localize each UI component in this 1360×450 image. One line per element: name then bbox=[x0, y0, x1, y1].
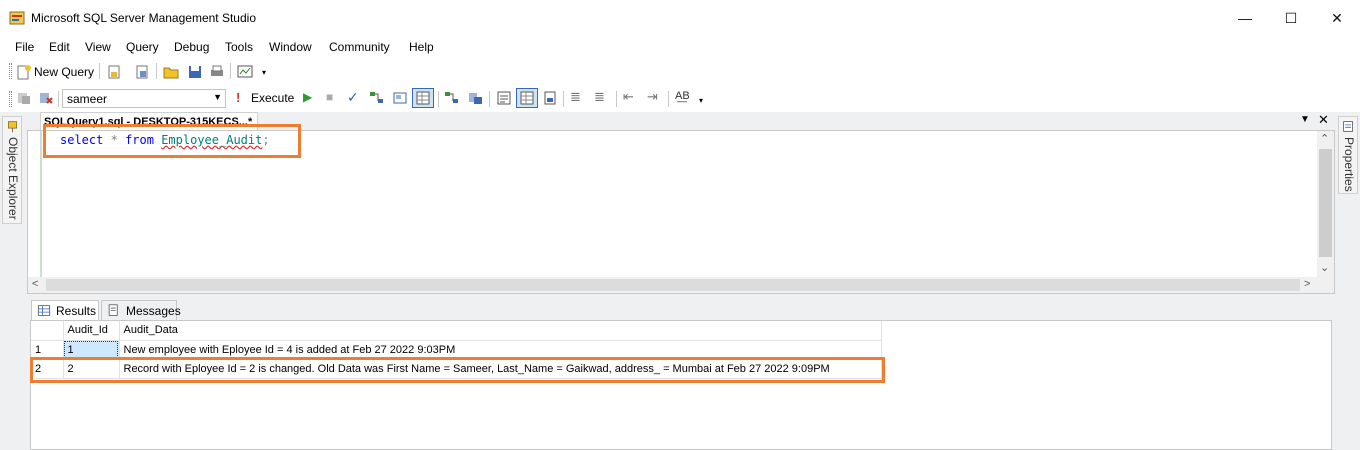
include-actual-plan-icon[interactable] bbox=[444, 90, 460, 106]
client-statistics-icon[interactable] bbox=[467, 90, 483, 106]
ssms-app-icon bbox=[9, 11, 25, 25]
close-button[interactable]: ✕ bbox=[1314, 0, 1360, 36]
open-file-icon[interactable] bbox=[163, 64, 179, 80]
messages-icon bbox=[108, 304, 118, 316]
new-query-icon bbox=[17, 65, 31, 80]
results-to-grid-toggle[interactable] bbox=[412, 88, 434, 108]
properties-tab[interactable]: Properties bbox=[1338, 116, 1358, 194]
results-grid-active-toggle[interactable] bbox=[516, 88, 538, 108]
debug-play-icon[interactable]: ▶ bbox=[303, 90, 312, 104]
menu-debug[interactable]: Debug bbox=[174, 40, 209, 54]
database-dropdown[interactable]: sameer ▼ bbox=[62, 89, 226, 108]
tab-messages[interactable]: Messages bbox=[101, 300, 181, 320]
menu-window[interactable]: Window bbox=[269, 40, 312, 54]
database-engine-query-icon[interactable] bbox=[106, 64, 122, 80]
parse-checkmark-icon[interactable]: ✓ bbox=[347, 89, 359, 106]
maximize-button[interactable]: ☐ bbox=[1268, 0, 1314, 36]
specify-template-values-icon[interactable]: A͟B bbox=[675, 90, 690, 102]
uncomment-lines-icon[interactable]: ≣ bbox=[594, 89, 605, 105]
toolbar-overflow-icon[interactable]: ▾ bbox=[699, 96, 703, 105]
properties-icon bbox=[1343, 121, 1353, 132]
decrease-indent-icon[interactable]: ⇤ bbox=[623, 89, 634, 105]
menu-community[interactable]: Community bbox=[329, 40, 390, 54]
scroll-right-icon[interactable]: > bbox=[1304, 278, 1310, 290]
database-dropdown-value: sameer bbox=[67, 92, 108, 106]
editor-margin bbox=[28, 131, 42, 277]
menu-bar: File Edit View Query Debug Tools Window … bbox=[0, 36, 1360, 58]
ssms-window: Microsoft SQL Server Management Studio —… bbox=[0, 0, 1360, 450]
scroll-left-icon[interactable]: < bbox=[32, 278, 38, 290]
query-designer-icon[interactable] bbox=[392, 90, 408, 106]
column-header-audit-data[interactable]: Audit_Data bbox=[119, 321, 882, 341]
properties-label: Properties bbox=[1342, 137, 1356, 192]
results-to-grid-icon bbox=[416, 91, 430, 105]
title-bar: Microsoft SQL Server Management Studio —… bbox=[0, 0, 1360, 36]
print-icon[interactable] bbox=[209, 64, 225, 80]
menu-file[interactable]: File bbox=[15, 40, 34, 54]
increase-indent-icon[interactable]: ⇥ bbox=[647, 89, 658, 105]
display-estimated-plan-icon[interactable] bbox=[369, 90, 385, 106]
menu-view[interactable]: View bbox=[85, 40, 111, 54]
menu-help[interactable]: Help bbox=[409, 40, 434, 54]
results-grid[interactable]: Audit_Id Audit_Data 1 1 New employee wit… bbox=[30, 320, 1332, 450]
execute-button[interactable]: Execute bbox=[251, 91, 294, 105]
minimize-button[interactable]: — bbox=[1222, 0, 1268, 36]
editor-horizontal-scrollbar[interactable]: < > bbox=[28, 277, 1334, 293]
header-row: Audit_Id Audit_Data bbox=[31, 321, 882, 341]
highlight-query-box bbox=[43, 124, 301, 158]
column-header-audit-id[interactable]: Audit_Id bbox=[63, 321, 120, 341]
cancel-query-icon[interactable]: ■ bbox=[326, 90, 333, 104]
results-to-text-icon[interactable] bbox=[496, 90, 512, 106]
results-tab-strip bbox=[27, 296, 1335, 318]
row-header-corner[interactable] bbox=[31, 321, 64, 341]
standard-toolbar: New Query ▾ bbox=[0, 58, 1360, 86]
tab-results[interactable]: Results bbox=[31, 300, 99, 320]
object-explorer-label: Object Explorer bbox=[6, 137, 20, 220]
tab-results-label: Results bbox=[56, 304, 97, 318]
new-query-button[interactable]: New Query bbox=[34, 65, 94, 79]
tab-messages-label: Messages bbox=[126, 304, 181, 318]
change-connection-icon[interactable] bbox=[38, 90, 54, 106]
execute-icon: ! bbox=[236, 90, 241, 105]
tab-list-chevron-icon[interactable]: ▼ bbox=[1300, 114, 1310, 125]
vertical-scroll-thumb[interactable] bbox=[1319, 149, 1332, 257]
highlight-row-box bbox=[30, 357, 885, 383]
grid-icon bbox=[37, 305, 51, 316]
menu-query[interactable]: Query bbox=[126, 40, 159, 54]
pin-icon bbox=[8, 121, 17, 133]
menu-edit[interactable]: Edit bbox=[49, 40, 70, 54]
chevron-down-icon: ▼ bbox=[213, 92, 222, 102]
toolbar-grip[interactable] bbox=[9, 63, 12, 79]
activity-monitor-icon[interactable] bbox=[237, 64, 253, 80]
toolbar-overflow-icon[interactable]: ▾ bbox=[262, 68, 266, 77]
object-explorer-tab[interactable]: Object Explorer bbox=[2, 116, 22, 224]
window-title: Microsoft SQL Server Management Studio bbox=[31, 11, 256, 25]
scroll-down-icon[interactable]: ⌄ bbox=[1320, 261, 1329, 274]
editor-vertical-scrollbar[interactable]: ⌃ ⌄ bbox=[1317, 131, 1334, 277]
comment-lines-icon[interactable]: ≣ bbox=[570, 89, 581, 105]
save-icon[interactable] bbox=[187, 64, 203, 80]
connect-icon[interactable] bbox=[16, 90, 32, 106]
close-document-icon[interactable]: ✕ bbox=[1318, 112, 1329, 128]
results-to-file-icon[interactable] bbox=[542, 90, 558, 106]
horizontal-scroll-thumb[interactable] bbox=[46, 279, 1300, 291]
toolbar-grip[interactable] bbox=[9, 91, 12, 107]
menu-tools[interactable]: Tools bbox=[225, 40, 253, 54]
grid-icon bbox=[520, 91, 534, 105]
scroll-up-icon[interactable]: ⌃ bbox=[1320, 132, 1329, 145]
analysis-query-icon[interactable] bbox=[134, 64, 150, 80]
